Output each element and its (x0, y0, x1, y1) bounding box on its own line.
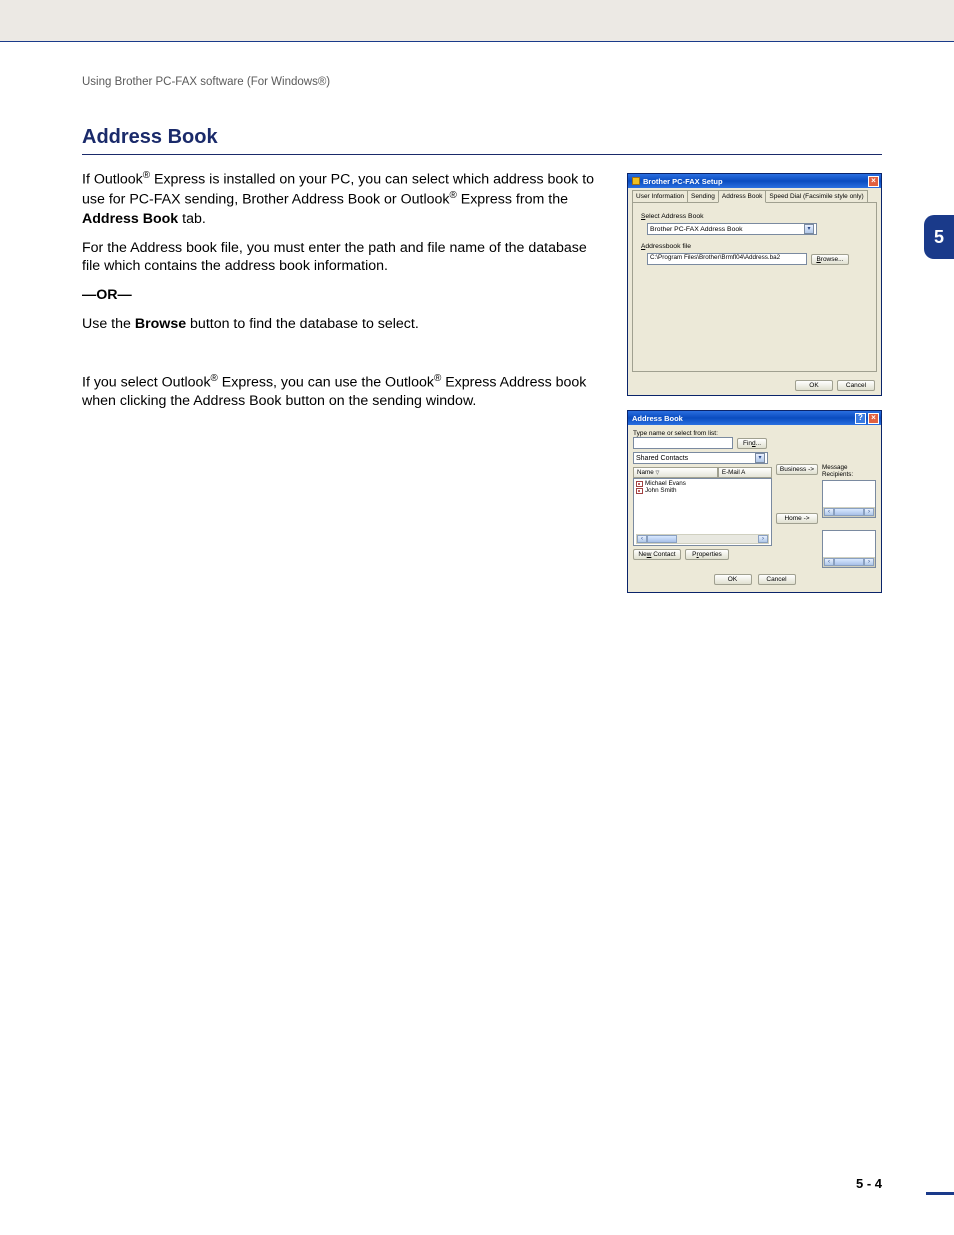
scroll-left-icon[interactable]: ‹ (824, 558, 834, 566)
combo-value: Brother PC-FAX Address Book (650, 226, 743, 233)
select-address-book-label: SSelect Address Bookelect Address Book (641, 213, 868, 220)
ok-button[interactable]: OK (795, 380, 833, 391)
tab-speed-dial[interactable]: Speed Dial (Facsimile style only) (765, 190, 867, 202)
shared-contacts-combo[interactable]: Shared Contacts ▾ (633, 452, 768, 464)
breadcrumb: Using Brother PC-FAX software (For Windo… (82, 76, 882, 88)
col-name[interactable]: Name ▽ (633, 467, 718, 478)
top-bar (0, 0, 954, 42)
type-name-label: Type name or select from list: (633, 430, 876, 437)
new-contact-button[interactable]: New Contact New Contact (633, 549, 681, 560)
window-title: Brother PC-FAX Setup (643, 177, 723, 186)
address-book-combo[interactable]: Brother PC-FAX Address Book ▾ (647, 223, 817, 235)
chevron-down-icon[interactable]: ▾ (804, 224, 814, 234)
close-icon[interactable]: × (868, 413, 879, 424)
close-icon[interactable]: × (868, 176, 879, 187)
breadcrumb-text: Using Brother PC-FAX software (For Windo… (82, 76, 330, 88)
business-recipients-box[interactable]: ‹ › (822, 480, 876, 518)
tab-sending[interactable]: Sending (687, 190, 719, 202)
cancel-button[interactable]: Cancel (758, 574, 796, 585)
tab-strip: User Information Sending Address Book Sp… (632, 190, 877, 202)
paragraph-1: If Outlook® Express is installed on your… (82, 169, 599, 229)
scroll-left-icon[interactable]: ‹ (824, 508, 834, 516)
find-button[interactable]: Find... Find... (737, 438, 767, 449)
scroll-right-icon[interactable]: › (758, 535, 768, 543)
business-button[interactable]: Business -> (776, 464, 818, 475)
footer-accent (926, 1192, 954, 1195)
list-item[interactable]: Michael Evans (636, 480, 769, 487)
scroll-thumb[interactable] (834, 558, 864, 566)
titlebar: Brother PC-FAX Setup × (628, 174, 881, 188)
recipients-label: Message Recipients: (822, 464, 876, 478)
combo-value: Shared Contacts (636, 455, 688, 462)
tab-panel: SSelect Address Bookelect Address Book B… (632, 202, 877, 372)
scroll-thumb[interactable] (834, 508, 864, 516)
titlebar: Address Book ? × (628, 411, 881, 425)
address-book-dialog: Address Book ? × Type name or select fro… (627, 410, 882, 593)
scroll-left-icon[interactable]: ‹ (637, 535, 647, 543)
app-icon (632, 177, 640, 185)
col-email[interactable]: E-Mail A (718, 467, 772, 478)
home-recipients-box[interactable]: ‹ › (822, 530, 876, 568)
or-separator: —OR— (82, 286, 599, 305)
browse-button[interactable]: Browse... Browse... (811, 254, 849, 265)
chevron-down-icon[interactable]: ▾ (755, 453, 765, 463)
tab-address-book[interactable]: Address Book (718, 190, 766, 203)
section-title: Address Book (82, 126, 882, 155)
contact-icon (636, 481, 643, 487)
scroll-right-icon[interactable]: › (864, 508, 874, 516)
help-icon[interactable]: ? (855, 413, 866, 424)
scroll-thumb[interactable] (647, 535, 677, 543)
chapter-tab: 5 (924, 215, 954, 259)
body-text: If Outlook® Express is installed on your… (82, 169, 599, 421)
home-button[interactable]: Home -> (776, 513, 818, 524)
paragraph-4: If you select Outlook® Express, you can … (82, 372, 599, 411)
properties-button[interactable]: Properties Properties (685, 549, 729, 560)
pcfax-setup-dialog: Brother PC-FAX Setup × User Information … (627, 173, 882, 396)
scroll-right-icon[interactable]: › (864, 558, 874, 566)
tab-user-information[interactable]: User Information (632, 190, 688, 202)
scrollbar[interactable]: ‹ › (636, 534, 769, 544)
paragraph-3: Use the Browse button to find the databa… (82, 315, 599, 334)
list-header: Name ▽ E-Mail A (633, 467, 772, 478)
path-input[interactable]: C:\Program Files\Brother\Brmfl04\Address… (647, 253, 807, 265)
contacts-list[interactable]: Michael Evans John Smith ‹ › (633, 478, 772, 546)
scrollbar[interactable]: ‹ › (823, 507, 875, 517)
addressbook-file-label: Addressbook file Addressbook file (641, 243, 868, 250)
name-input[interactable] (633, 437, 733, 449)
contact-icon (636, 488, 643, 494)
scrollbar[interactable]: ‹ › (823, 557, 875, 567)
ok-button[interactable]: OK (714, 574, 752, 585)
list-item[interactable]: John Smith (636, 487, 769, 494)
page-number: 5 - 4 (856, 1176, 882, 1191)
cancel-button[interactable]: Cancel (837, 380, 875, 391)
paragraph-2: For the Address book file, you must ente… (82, 239, 599, 276)
window-title: Address Book (632, 414, 683, 423)
